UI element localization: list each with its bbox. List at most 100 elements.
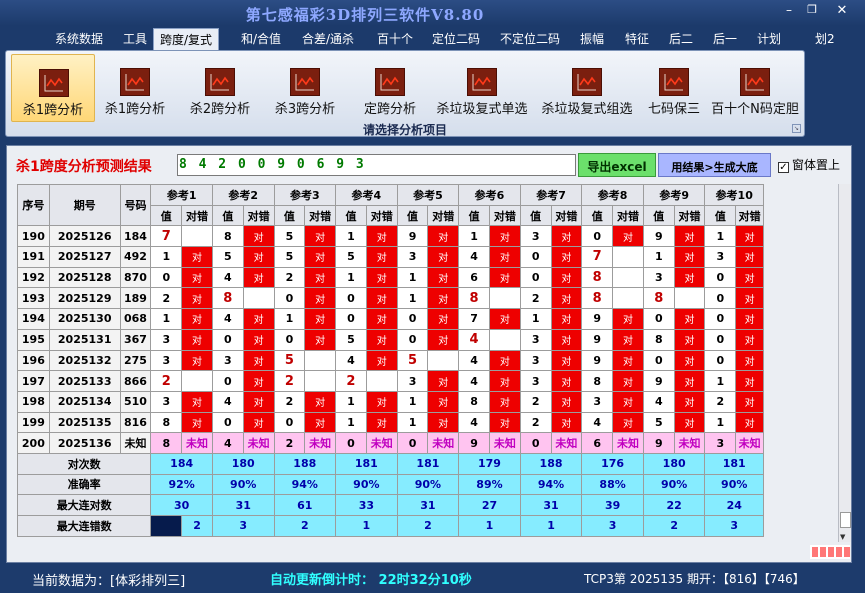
- close-button[interactable]: ✕: [830, 3, 854, 18]
- ref-header: 参考10: [704, 184, 764, 206]
- value-cell: 4: [581, 411, 614, 434]
- miss-cell: [488, 328, 521, 351]
- issue-cell: 2025135: [48, 411, 121, 434]
- hit-cell: 对: [550, 370, 583, 392]
- stats-cell: 181: [396, 452, 460, 475]
- value-cell: 0: [642, 308, 675, 330]
- value-cell: 3: [642, 266, 675, 289]
- ribbon-button[interactable]: 杀垃圾复式组选: [535, 54, 639, 122]
- value-cell: 4: [458, 328, 490, 351]
- value-cell: 3: [704, 246, 737, 268]
- unknown-cell: 未知: [242, 432, 275, 454]
- value-cell: 0: [396, 432, 429, 454]
- menu-item[interactable]: 工具: [123, 30, 147, 47]
- hit-cell: 对: [427, 308, 460, 330]
- menu-item[interactable]: 跨度/复式: [153, 28, 220, 50]
- window-on-top-checkbox[interactable]: ✓ 窗体置上: [778, 156, 840, 173]
- scroll-down-icon[interactable]: ▼: [840, 533, 845, 541]
- stats-cell: 90%: [335, 473, 398, 496]
- value-cell: 8: [458, 287, 490, 310]
- value-cell: 8: [150, 432, 183, 454]
- value-cell: 5: [273, 349, 306, 372]
- value-cell: 5: [642, 411, 675, 434]
- table-row[interactable]: 196 2025132 275 3 对 3 对 5 4 对 5 4 对 3 对 9 对 0 对 0 对: [17, 349, 764, 372]
- value-cell: 8: [642, 328, 675, 351]
- ribbon-button[interactable]: 杀3跨分析: [265, 54, 345, 122]
- ribbon-button[interactable]: 七码保三: [640, 54, 708, 122]
- value-cell: 0: [581, 225, 614, 248]
- hit-header: 对错: [735, 204, 764, 227]
- number-cell: 未知: [119, 432, 152, 454]
- menu-item[interactable]: 特征: [625, 30, 649, 47]
- ribbon-button[interactable]: 定跨分析: [350, 54, 430, 122]
- miss-cell: [304, 349, 337, 372]
- table-row[interactable]: 197 2025133 866 2 0 对 2 2 3 对 4 对 3 对 8 对 9 对 1 对: [17, 370, 764, 392]
- stats-cell: 3: [211, 515, 275, 537]
- group-launcher-icon[interactable]: ↘: [792, 124, 801, 133]
- ribbon-button[interactable]: 杀1跨分析: [95, 54, 175, 122]
- ribbon-button[interactable]: 杀1跨分析: [11, 54, 95, 122]
- hit-cell: 对: [427, 328, 460, 351]
- value-cell: 8: [211, 225, 244, 248]
- hit-cell: 对: [550, 349, 583, 372]
- table-row[interactable]: 194 2025130 068 1 对 4 对 1 对 0 对 0 对 7 对 1 对 9 对 0 对 0 对: [17, 308, 764, 330]
- hit-cell: 对: [365, 328, 398, 351]
- checkbox-icon[interactable]: ✓: [778, 162, 789, 173]
- value-cell: 9: [458, 432, 490, 454]
- export-excel-button[interactable]: 导出excel: [578, 153, 656, 177]
- hit-cell: 对: [365, 287, 398, 310]
- menu-item[interactable]: 定位二码: [432, 30, 480, 47]
- stats-row: 准确率 92% 90% 94% 90% 90% 89% 94% 88% 90% 90%: [16, 473, 764, 496]
- hit-cell: 对: [365, 266, 398, 289]
- table-row[interactable]: 198 2025134 510 3 对 4 对 2 对 1 对 1 对 8 对 2 对 3 对 4 对 2 对: [17, 390, 764, 413]
- value-cell: 0: [150, 266, 183, 289]
- miss-cell: [242, 287, 275, 310]
- menu-item[interactable]: 计划: [757, 30, 781, 47]
- pending-row[interactable]: 200 2025136 未知 8 未知 4 未知 2 未知 0 未知 0 未知 9 未知 0 未知 6 未知 9 未知 3…: [17, 432, 764, 454]
- table-row[interactable]: 190 2025126 184 7 8 对 5 对 1 对 9 对 1 对 3 对 0 对 9 对 1 对: [17, 225, 764, 248]
- hit-cell: 对: [673, 370, 706, 392]
- hit-cell: 对: [735, 328, 764, 351]
- unknown-cell: 未知: [735, 432, 764, 454]
- value-cell: 4: [458, 246, 490, 268]
- menu-item[interactable]: 振幅: [580, 30, 604, 47]
- minimize-button[interactable]: –: [777, 3, 801, 17]
- ribbon-button[interactable]: 杀2跨分析: [180, 54, 260, 122]
- menu-item[interactable]: 和/合值: [241, 30, 281, 47]
- issue-cell: 2025128: [48, 266, 121, 289]
- table-row[interactable]: 191 2025127 492 1 对 5 对 5 对 5 对 3 对 4 对 0 对 7 1 对 3 对: [17, 246, 764, 268]
- unknown-cell: 未知: [304, 432, 337, 454]
- chart-icon: [290, 68, 320, 96]
- menu-bar: 系统数据 工具 跨度/复式 和/合值 合差/通杀 百十个 定位二码 不定位二码 振幅 特征 后二 后一…: [0, 26, 865, 50]
- ribbon-button[interactable]: 百十个N码定胆: [709, 54, 801, 122]
- hit-cell: 对: [427, 411, 460, 434]
- result-field[interactable]: 8 4 2 0 0 9 0 6 9 3: [177, 154, 576, 176]
- menu-item[interactable]: 百十个: [377, 30, 413, 47]
- menu-item[interactable]: 不定位二码: [500, 30, 560, 47]
- hit-cell: 对: [488, 349, 521, 372]
- menu-item[interactable]: 划2: [815, 30, 835, 47]
- menu-item[interactable]: 后二: [669, 30, 693, 47]
- value-cell: 0: [519, 246, 552, 268]
- vertical-scrollbar[interactable]: ▼: [838, 184, 851, 542]
- stats-cell: 2: [181, 515, 213, 537]
- ribbon-button[interactable]: 杀垃圾复式单选: [430, 54, 534, 122]
- value-cell: 1: [519, 308, 552, 330]
- value-cell: 1: [396, 390, 429, 413]
- table-row[interactable]: 192 2025128 870 0 对 4 对 2 对 1 对 1 对 6 对 0 对 8 3 对 0 对: [17, 266, 764, 289]
- ref-header: 参考3: [273, 184, 337, 206]
- value-cell: 2: [704, 390, 737, 413]
- hit-cell: 对: [242, 349, 275, 372]
- seq-cell: 192: [17, 266, 50, 289]
- table-row[interactable]: 193 2025129 189 2 对 8 0 对 0 对 1 对 8 2 对 8 8 0 对: [17, 287, 764, 310]
- menu-item[interactable]: 后一: [713, 30, 737, 47]
- table-row[interactable]: 195 2025131 367 3 对 0 对 0 对 5 对 0 对 4 3 对 9 对 8 对 0 对: [17, 328, 764, 351]
- miss-cell: [612, 287, 644, 310]
- table-row[interactable]: 199 2025135 816 8 对 0 对 0 对 1 对 1 对 4 对 2 对 4 对 5 对 1 对: [17, 411, 764, 434]
- scrollbar-thumb[interactable]: [840, 512, 851, 528]
- hit-cell: 对: [612, 370, 644, 392]
- restore-button[interactable]: ❐: [800, 3, 824, 16]
- menu-item[interactable]: 合差/通杀: [302, 30, 354, 47]
- generate-base-button[interactable]: 用结果>生成大底: [658, 153, 771, 177]
- menu-item[interactable]: 系统数据: [55, 30, 103, 47]
